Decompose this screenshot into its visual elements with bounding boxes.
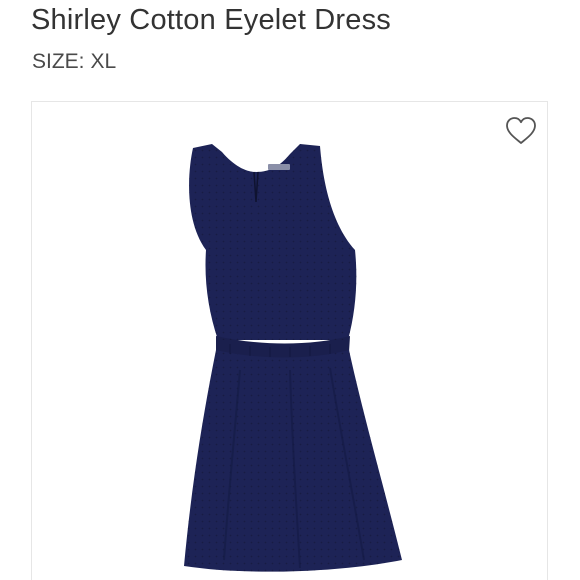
favorite-button[interactable]: [505, 116, 537, 146]
dress-image: [184, 144, 402, 572]
heart-outline-icon: [506, 117, 536, 144]
product-size: SIZE: XL: [32, 48, 116, 76]
size-value: XL: [90, 50, 117, 73]
product-title: Shirley Cotton Eyelet Dress: [31, 4, 391, 36]
product-page: Shirley Cotton Eyelet Dress SIZE: XL: [0, 0, 580, 580]
size-label: SIZE:: [32, 50, 85, 73]
